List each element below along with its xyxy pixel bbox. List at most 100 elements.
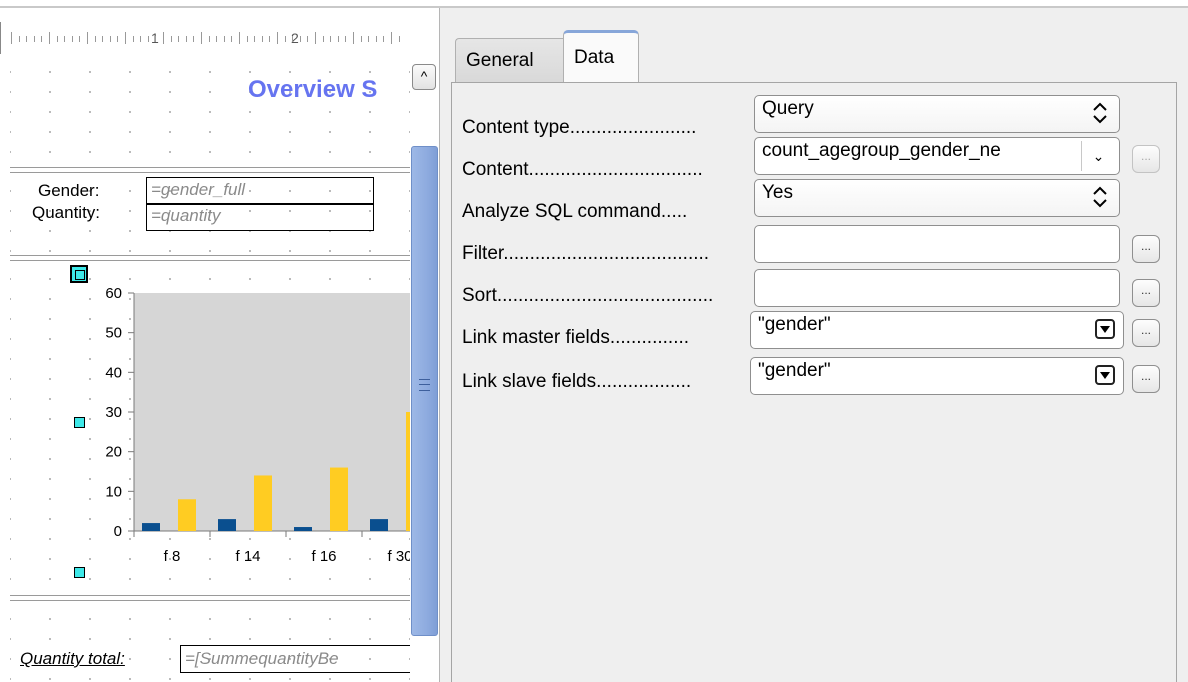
ruler-tick: [18, 36, 20, 42]
ruler-tick: [147, 36, 149, 42]
ruler-tick: [368, 36, 370, 42]
up-down-arrows-icon: [1093, 186, 1107, 208]
sort-browse-button[interactable]: ...: [1132, 279, 1160, 307]
chevron-down-icon[interactable]: ⌄: [1081, 141, 1115, 171]
sort-label: Sort....................................…: [462, 285, 714, 306]
ruler-tick: [277, 32, 278, 44]
ruler-tick: [178, 36, 180, 42]
filter-input[interactable]: [754, 225, 1120, 263]
tab-general[interactable]: General: [455, 38, 563, 84]
y-tick-label: 20: [105, 444, 122, 461]
y-tick-label: 0: [114, 523, 122, 540]
ruler-tick: [261, 36, 263, 42]
data-tab-page: Content type........................ Que…: [451, 82, 1177, 682]
bar-series-1: [218, 519, 236, 531]
ruler-tick: [322, 36, 324, 42]
y-tick-label: 40: [105, 364, 122, 381]
ruler-tick: [26, 36, 28, 42]
scroll-grip-icon: [419, 379, 430, 391]
detail-section[interactable]: Gender: =gender_full Quantity: =quantity: [10, 172, 410, 256]
up-down-arrows-icon: [1093, 102, 1107, 124]
gender-label[interactable]: Gender:: [38, 181, 99, 201]
filter-browse-button[interactable]: ...: [1132, 235, 1160, 263]
ruler-tick: [201, 32, 202, 44]
y-tick-label: 50: [105, 325, 122, 342]
link-slave-label: Link slave fields..................: [462, 371, 692, 392]
window-top-border: [0, 0, 1188, 8]
ruler-tick: [64, 36, 66, 42]
chart-section[interactable]: 0 10 20 30 40 50 60 f 8 f 14 f 16 f 30: [10, 260, 410, 596]
bar-series-2: [406, 412, 410, 531]
content-browse-button[interactable]: ...: [1132, 145, 1160, 173]
ruler-tick: [391, 32, 392, 44]
ruler-tick: [345, 36, 347, 42]
bar-series-2: [330, 467, 348, 531]
ruler-tick: [216, 36, 218, 42]
link-master-label: Link master fields...............: [462, 327, 690, 348]
ruler-tick: [330, 36, 332, 42]
link-master-browse-button[interactable]: ...: [1132, 319, 1160, 347]
ruler-tick: [185, 36, 187, 42]
ruler-tick: [353, 32, 354, 44]
ruler-tick: [33, 36, 35, 42]
quantity-label[interactable]: Quantity:: [32, 203, 100, 223]
bar-series-1: [370, 519, 388, 531]
ruler-tick: [117, 36, 119, 42]
properties-panel: General Data Content type...............…: [443, 8, 1188, 682]
ruler-tick: [269, 36, 271, 42]
ruler-tick: [208, 36, 210, 42]
content-value: count_agegroup_gender_ne: [762, 140, 1001, 161]
bar-chart[interactable]: 0 10 20 30 40 50 60 f 8 f 14 f 16 f 30: [10, 261, 410, 597]
report-title-field[interactable]: Overview S: [248, 76, 377, 104]
bar-series-2: [254, 475, 272, 531]
link-master-value: "gender": [758, 314, 831, 335]
y-tick-label: 10: [105, 483, 122, 500]
report-footer-section[interactable]: Quantity total: =[SummequantityBe: [10, 600, 410, 682]
ruler-tick: [231, 36, 233, 42]
gender-field[interactable]: =gender_full: [146, 177, 374, 205]
x-tick-label: f 8: [164, 548, 181, 565]
report-header-section[interactable]: Overview S: [10, 54, 410, 168]
ruler-tick: [163, 32, 164, 44]
vertical-scrollbar-thumb[interactable]: [411, 146, 438, 636]
x-tick-label: f 30: [387, 548, 410, 565]
ruler-tick: [125, 32, 126, 44]
ruler-tick: [109, 36, 111, 42]
content-combobox[interactable]: count_agegroup_gender_ne ⌄: [754, 137, 1120, 175]
quantity-total-field[interactable]: =[SummequantityBe: [180, 645, 410, 673]
ruler-tick: [87, 32, 88, 44]
link-slave-combobox[interactable]: "gender": [750, 357, 1124, 395]
x-tick-label: f 14: [235, 548, 260, 565]
ruler-tick: [140, 36, 142, 42]
bar-series-1: [142, 523, 160, 531]
ruler-tick: [41, 36, 43, 42]
content-label: Content.................................: [462, 159, 703, 180]
content-type-listbox[interactable]: Query: [754, 95, 1120, 133]
ruler-tick: [398, 36, 400, 42]
ruler-tick: [49, 32, 50, 44]
ruler-tick: [56, 36, 58, 42]
ruler-tick: [79, 36, 81, 42]
ruler-tick: [170, 36, 172, 42]
quantity-field[interactable]: =quantity: [146, 203, 374, 231]
bar-series-1: [294, 527, 312, 531]
ruler-tick: [239, 32, 240, 44]
dropdown-arrow-icon[interactable]: [1095, 365, 1115, 385]
content-type-label: Content type........................: [462, 117, 697, 138]
x-tick-label: f 16: [311, 548, 336, 565]
ruler-tick: [307, 36, 309, 42]
ruler-tick: [360, 36, 362, 42]
sort-input[interactable]: [754, 269, 1120, 307]
report-editor[interactable]: 1 2 Overview S Gender: =gender_full Quan…: [0, 8, 410, 682]
ruler-tick: [315, 32, 316, 44]
bar-series-2: [178, 499, 196, 531]
tab-data[interactable]: Data: [563, 30, 639, 86]
link-master-combobox[interactable]: "gender": [750, 311, 1124, 349]
quantity-total-label[interactable]: Quantity total:: [20, 649, 125, 669]
dropdown-arrow-icon[interactable]: [1095, 319, 1115, 339]
link-slave-browse-button[interactable]: ...: [1132, 365, 1160, 393]
link-slave-value: "gender": [758, 360, 831, 381]
scroll-up-button[interactable]: ^: [412, 64, 436, 90]
horizontal-ruler: 1 2: [0, 22, 410, 54]
analyze-sql-listbox[interactable]: Yes: [754, 179, 1120, 217]
